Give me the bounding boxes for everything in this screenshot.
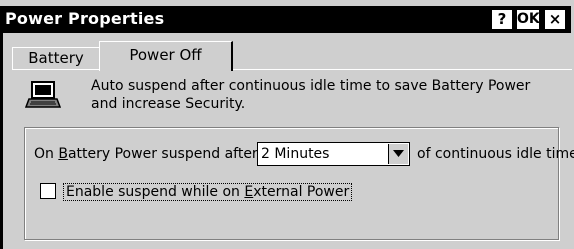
tab-battery[interactable]: Battery bbox=[12, 47, 100, 69]
laptop-icon bbox=[25, 81, 61, 108]
description-line-2: and increase Security. bbox=[91, 96, 246, 112]
window-title: Power Properties bbox=[5, 9, 165, 28]
help-button[interactable]: ? bbox=[491, 9, 513, 30]
description-line-1: Auto suspend after continuous idle time … bbox=[91, 78, 531, 94]
dialog-content: Battery Power Off Auto suspend after con… bbox=[3, 33, 574, 249]
idle-time-suffix-label: of continuous idle time. bbox=[417, 146, 574, 162]
title-bar: Power Properties ? OK × bbox=[3, 6, 571, 33]
chevron-down-icon bbox=[393, 150, 404, 157]
dropdown-button[interactable] bbox=[388, 144, 408, 164]
tab-panel-border bbox=[12, 69, 572, 70]
description-text: Auto suspend after continuous idle time … bbox=[91, 77, 530, 113]
tab-power-off[interactable]: Power Off bbox=[99, 41, 233, 71]
suspend-time-dropdown[interactable]: 2 Minutes bbox=[257, 142, 410, 166]
close-button[interactable]: × bbox=[544, 9, 566, 30]
suspend-time-value: 2 Minutes bbox=[261, 146, 330, 162]
external-power-label[interactable]: Enable suspend while on External Power bbox=[63, 183, 353, 201]
suspend-settings-group: On Battery Power suspend after 2 Minutes… bbox=[24, 127, 574, 240]
power-properties-dialog: Power Properties ? OK × Battery Power Of… bbox=[0, 0, 574, 249]
external-power-checkbox[interactable] bbox=[40, 183, 56, 199]
ok-button[interactable]: OK bbox=[516, 9, 540, 30]
battery-suspend-label: On Battery Power suspend after bbox=[34, 146, 258, 162]
